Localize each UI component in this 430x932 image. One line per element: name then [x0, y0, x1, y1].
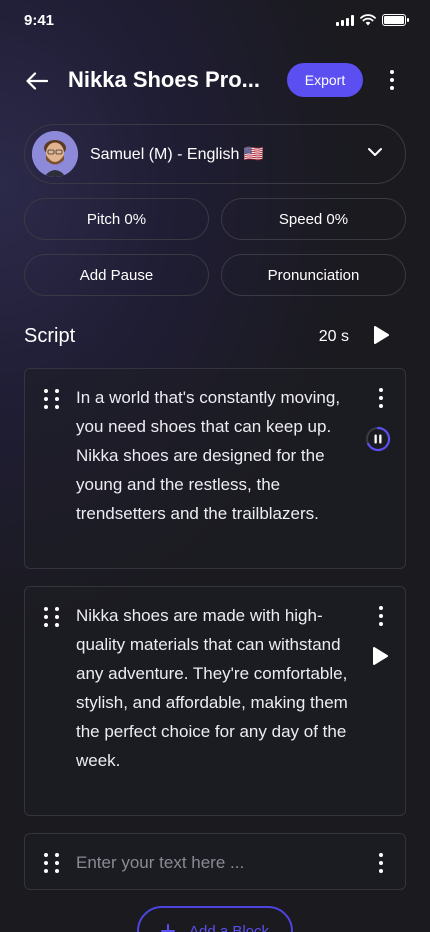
pause-icon[interactable]	[365, 426, 391, 452]
pronunciation-button[interactable]: Pronunciation	[221, 254, 406, 296]
status-icons	[336, 14, 409, 26]
new-block-input[interactable]: Enter your text here ...	[24, 833, 406, 890]
block-kebab-icon[interactable]	[379, 853, 383, 873]
script-block[interactable]: Nikka shoes are made with high-quality m…	[24, 586, 406, 816]
play-icon[interactable]	[372, 325, 390, 345]
back-arrow-icon	[26, 72, 48, 90]
add-block-label: Add a Block	[188, 922, 270, 932]
script-title: Script	[24, 325, 76, 347]
voice-label: Samuel (M) - English 🇺🇸	[90, 146, 264, 163]
drag-handle-icon[interactable]	[44, 607, 59, 627]
block-text[interactable]: In a world that's constantly moving, you…	[76, 383, 354, 528]
status-bar: 9:41	[0, 0, 430, 44]
script-header: Script 20 s	[24, 322, 406, 352]
voice-selector[interactable]: Samuel (M) - English 🇺🇸	[24, 124, 406, 184]
speed-button[interactable]: Speed 0%	[221, 198, 406, 240]
status-time: 9:41	[24, 12, 55, 29]
add-pause-button[interactable]: Add Pause	[24, 254, 209, 296]
chevron-down-icon	[368, 148, 382, 156]
block-kebab-icon[interactable]	[379, 388, 383, 408]
play-icon[interactable]	[371, 646, 389, 666]
wifi-icon	[360, 14, 376, 26]
kebab-icon	[390, 70, 394, 74]
more-options-button[interactable]	[382, 66, 402, 94]
plus-icon	[160, 924, 175, 932]
battery-icon	[382, 14, 409, 26]
top-bar: Nikka Shoes Pro... Export	[0, 58, 430, 102]
page-title: Nikka Shoes Pro...	[68, 67, 260, 92]
signal-icon	[336, 14, 354, 26]
drag-handle-icon[interactable]	[44, 853, 59, 873]
export-button[interactable]: Export	[287, 63, 363, 97]
pitch-button[interactable]: Pitch 0%	[24, 198, 209, 240]
new-block-placeholder[interactable]: Enter your text here ...	[76, 848, 354, 877]
script-duration: 20 s	[318, 328, 349, 345]
block-text[interactable]: Nikka shoes are made with high-quality m…	[76, 601, 354, 775]
script-block[interactable]: In a world that's constantly moving, you…	[24, 368, 406, 569]
drag-handle-icon[interactable]	[44, 389, 59, 409]
block-kebab-icon[interactable]	[379, 606, 383, 626]
add-block-button[interactable]: Add a Block	[137, 906, 293, 932]
back-button[interactable]	[22, 66, 52, 96]
avatar	[32, 131, 78, 177]
